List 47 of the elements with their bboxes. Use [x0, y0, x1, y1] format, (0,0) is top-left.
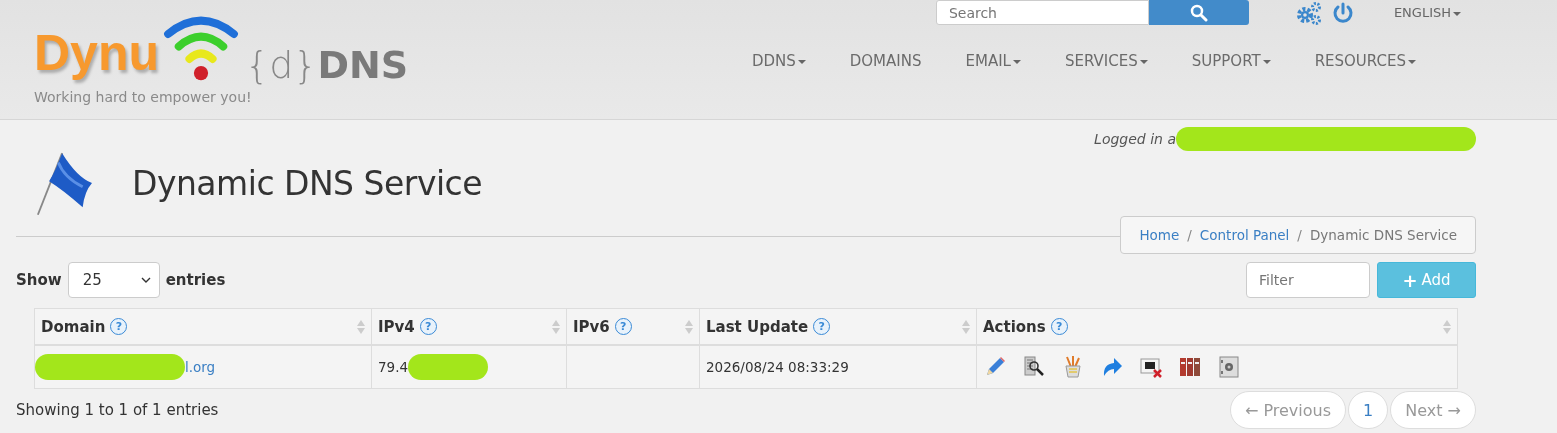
brand-logo-text: Dynu — [34, 28, 159, 78]
network-port-remove-icon[interactable] — [1139, 355, 1163, 379]
column-header[interactable]: IPv4 — [378, 317, 415, 336]
nav-link[interactable]: DDNS — [751, 52, 806, 70]
column-header[interactable]: IPv6 — [573, 317, 610, 336]
filter-field[interactable]: Filter — [1246, 262, 1370, 298]
column-header[interactable]: Last Update — [706, 317, 809, 336]
help-icon[interactable]: ? — [813, 318, 831, 335]
nav-link[interactable]: EMAIL — [965, 52, 1021, 70]
help-icon[interactable]: ? — [1050, 318, 1068, 335]
binders-icon[interactable] — [1178, 355, 1202, 379]
search-button[interactable] — [1148, 0, 1249, 25]
search-field[interactable]: Search — [935, 0, 1149, 25]
nav-link[interactable]: RESOURCES — [1314, 52, 1416, 70]
nav-link[interactable]: DOMAINS — [849, 52, 922, 70]
domain-link[interactable]: l.org — [185, 359, 216, 375]
magnifier-icon[interactable] — [1022, 355, 1046, 379]
help-icon[interactable]: ? — [110, 318, 128, 335]
entries-dropdown[interactable]: 25 — [67, 262, 160, 298]
help-icon[interactable]: ? — [419, 318, 437, 335]
page-button[interactable]: 1 — [1348, 391, 1389, 429]
page-title: Dynamic DNS Service — [132, 163, 483, 203]
power-icon[interactable] — [1331, 1, 1354, 24]
breadcrumb-current: Dynamic DNS Service — [1309, 227, 1457, 243]
show-label: Show — [16, 271, 62, 289]
search-icon — [1189, 3, 1208, 22]
entries-label: entries — [165, 271, 226, 289]
breadcrumb-separator: / — [1187, 227, 1192, 243]
chevron-down-icon — [140, 277, 151, 283]
entries-info: Showing 1 to 1 of 1 entries — [16, 401, 219, 419]
tagline: Working hard to empower you! — [34, 89, 253, 105]
login-text: Logged in a — [1094, 131, 1176, 147]
breadcrumb-link[interactable]: Home — [1139, 227, 1180, 243]
table-cell: 2026/08/24 08:33:29 — [706, 359, 849, 375]
safe-icon[interactable] — [1217, 355, 1241, 379]
nav-link[interactable]: SERVICES — [1064, 52, 1148, 70]
breadcrumb-separator: / — [1297, 227, 1302, 243]
product-logo-text: DNS — [317, 46, 409, 84]
help-icon[interactable]: ? — [614, 318, 632, 335]
nav-link[interactable]: SUPPORT — [1191, 52, 1271, 70]
column-header[interactable]: Domain — [41, 317, 106, 336]
table-cell: 79.4 — [378, 359, 409, 375]
settings-icon[interactable] — [1295, 0, 1322, 25]
product-logo-text: {d} — [245, 46, 318, 84]
language-dropdown[interactable]: ENGLISH — [1393, 5, 1461, 20]
breadcrumb-link[interactable]: Control Panel — [1199, 227, 1290, 243]
column-header[interactable]: Actions — [983, 317, 1046, 336]
